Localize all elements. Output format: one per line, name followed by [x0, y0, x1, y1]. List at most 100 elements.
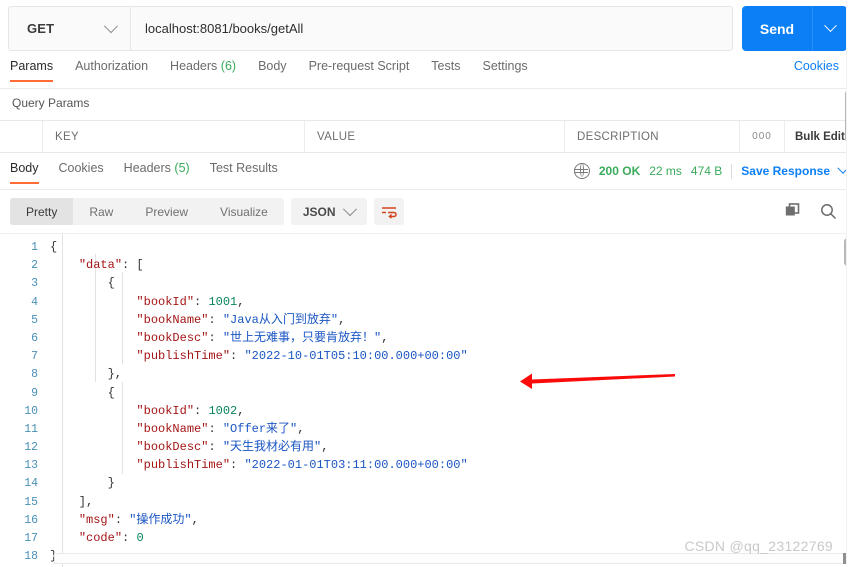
request-tabs-divider	[0, 88, 848, 89]
format-pretty[interactable]: Pretty	[10, 198, 74, 225]
code-text: "bookName": "Offer来了",	[136, 421, 305, 436]
code-text: "data": [	[78, 258, 144, 273]
response-format-toolbar: Pretty Raw Preview Visualize JSON	[10, 198, 404, 225]
url-text: localhost:8081/books/getAll	[145, 21, 304, 36]
tab-body[interactable]: Body	[258, 57, 287, 82]
code-text: }	[50, 476, 115, 491]
code-line: 17 "code": 0	[0, 529, 468, 547]
language-label: JSON	[302, 204, 336, 219]
copy-button[interactable]	[785, 203, 802, 223]
code-line: 13 "publishTime": "2022-01-01T03:11:00.0…	[0, 456, 468, 474]
line-number: 12	[24, 441, 38, 455]
line-number: 16	[24, 513, 38, 527]
query-params-title: Query Params	[12, 96, 90, 110]
tab-label: Headers	[170, 59, 218, 73]
response-tabs-divider	[0, 189, 848, 190]
url-input[interactable]: localhost:8081/books/getAll	[130, 6, 733, 51]
request-url-bar: GET localhost:8081/books/getAll Send	[8, 6, 847, 51]
send-options-button[interactable]	[812, 6, 847, 51]
line-number: 15	[24, 495, 38, 509]
code-line: 15 ],	[0, 493, 468, 511]
headers-count: (6)	[220, 59, 237, 73]
line-number: 3	[31, 277, 38, 291]
select-all-checkbox-cell[interactable]	[0, 121, 43, 152]
meta-divider	[731, 163, 733, 179]
code-line: 14 }	[0, 474, 468, 492]
column-header-description: DESCRIPTION	[565, 121, 740, 152]
tab-authorization[interactable]: Authorization	[75, 57, 148, 82]
cookies-link[interactable]: Cookies	[794, 59, 839, 73]
line-number: 8	[31, 368, 38, 382]
line-number: 10	[24, 404, 38, 418]
format-preview[interactable]: Preview	[129, 198, 204, 225]
more-options-icon[interactable]: 000	[740, 121, 785, 152]
chevron-down-icon	[103, 18, 119, 33]
tab-headers[interactable]: Headers (6)	[170, 57, 236, 82]
format-segmented-control: Pretty Raw Preview Visualize	[10, 198, 284, 225]
code-text: "publishTime": "2022-10-01T05:10:00.000+…	[136, 349, 468, 364]
http-method-select[interactable]: GET	[8, 6, 130, 51]
response-body-viewer[interactable]: 1{2 "data": [3 {4 "bookId": 1001, 5 "book…	[0, 233, 848, 567]
format-raw[interactable]: Raw	[73, 198, 129, 225]
save-response-button[interactable]: Save Response	[741, 164, 830, 178]
send-button[interactable]: Send	[742, 6, 812, 51]
code-text: "bookId": 1001,	[136, 294, 245, 309]
response-headers-count: (5)	[174, 161, 190, 175]
code-line: 8 },	[0, 365, 468, 383]
response-tab-test-results[interactable]: Test Results	[210, 159, 278, 184]
code-line: 9 {	[0, 384, 468, 402]
json-code: 1{2 "data": [3 {4 "bookId": 1001, 5 "book…	[0, 238, 468, 565]
response-tab-body[interactable]: Body	[10, 159, 39, 184]
code-text: {	[50, 240, 58, 254]
response-tab-headers[interactable]: Headers (5)	[124, 159, 190, 184]
copy-icon	[785, 203, 800, 216]
line-number: 1	[31, 241, 38, 254]
code-text: "bookName": "Java从入门到放弃",	[136, 312, 346, 327]
line-number: 14	[24, 477, 38, 491]
line-number: 2	[31, 259, 38, 273]
code-line: 3 {	[0, 274, 468, 292]
code-line: 12 "bookDesc": "天生我材必有用",	[0, 438, 468, 456]
response-size: 474 B	[690, 164, 723, 178]
code-line: 11 "bookName": "Offer来了",	[0, 420, 468, 438]
code-line: 1{	[0, 238, 468, 256]
response-time: 22 ms	[649, 164, 682, 178]
code-line: 7 "publishTime": "2022-10-01T05:10:00.00…	[0, 347, 468, 365]
tab-settings[interactable]: Settings	[482, 57, 527, 82]
line-number: 4	[31, 295, 38, 309]
tab-label: Cookies	[58, 161, 104, 175]
tab-label: Pre-request Script	[308, 59, 410, 73]
line-number: 5	[31, 313, 38, 327]
line-number: 11	[24, 422, 38, 436]
code-text: "bookId": 1002,	[136, 403, 245, 418]
http-method-label: GET	[27, 21, 55, 36]
query-params-table-header: KEY VALUE DESCRIPTION 000 Bulk Edit	[0, 120, 848, 153]
format-visualize[interactable]: Visualize	[204, 198, 284, 225]
code-line: 6 "bookDesc": "世上无难事，只要肯放弃！",	[0, 329, 468, 347]
code-line: 16 "msg": "操作成功",	[0, 511, 468, 529]
language-select[interactable]: JSON	[290, 198, 367, 225]
bulk-edit-button[interactable]: Bulk Edit	[785, 121, 848, 152]
search-button[interactable]	[820, 203, 837, 223]
tab-label: Body	[258, 59, 287, 73]
globe-icon	[573, 163, 590, 179]
code-line: 4 "bookId": 1001,	[0, 293, 468, 311]
code-line: 2 "data": [	[0, 256, 468, 274]
code-text: "code": 0	[78, 531, 144, 545]
code-text: {	[50, 385, 115, 400]
code-text: "publishTime": "2022-01-01T03:11:00.000+…	[136, 458, 468, 473]
line-number: 6	[31, 331, 38, 345]
chevron-down-icon	[823, 19, 837, 33]
tab-params[interactable]: Params	[10, 57, 54, 82]
tab-tests[interactable]: Tests	[431, 57, 460, 82]
column-header-value: VALUE	[305, 121, 565, 152]
response-status: 200 OK	[598, 164, 641, 178]
send-button-group: Send	[742, 6, 847, 51]
wrap-lines-button[interactable]	[373, 198, 404, 225]
line-number: 9	[31, 386, 38, 400]
response-tab-cookies[interactable]: Cookies	[59, 159, 104, 184]
tab-label: Body	[10, 161, 39, 175]
tab-pre-request-script[interactable]: Pre-request Script	[309, 57, 410, 82]
response-horizontal-scrollbar[interactable]	[54, 553, 844, 564]
right-rail	[846, 0, 855, 566]
